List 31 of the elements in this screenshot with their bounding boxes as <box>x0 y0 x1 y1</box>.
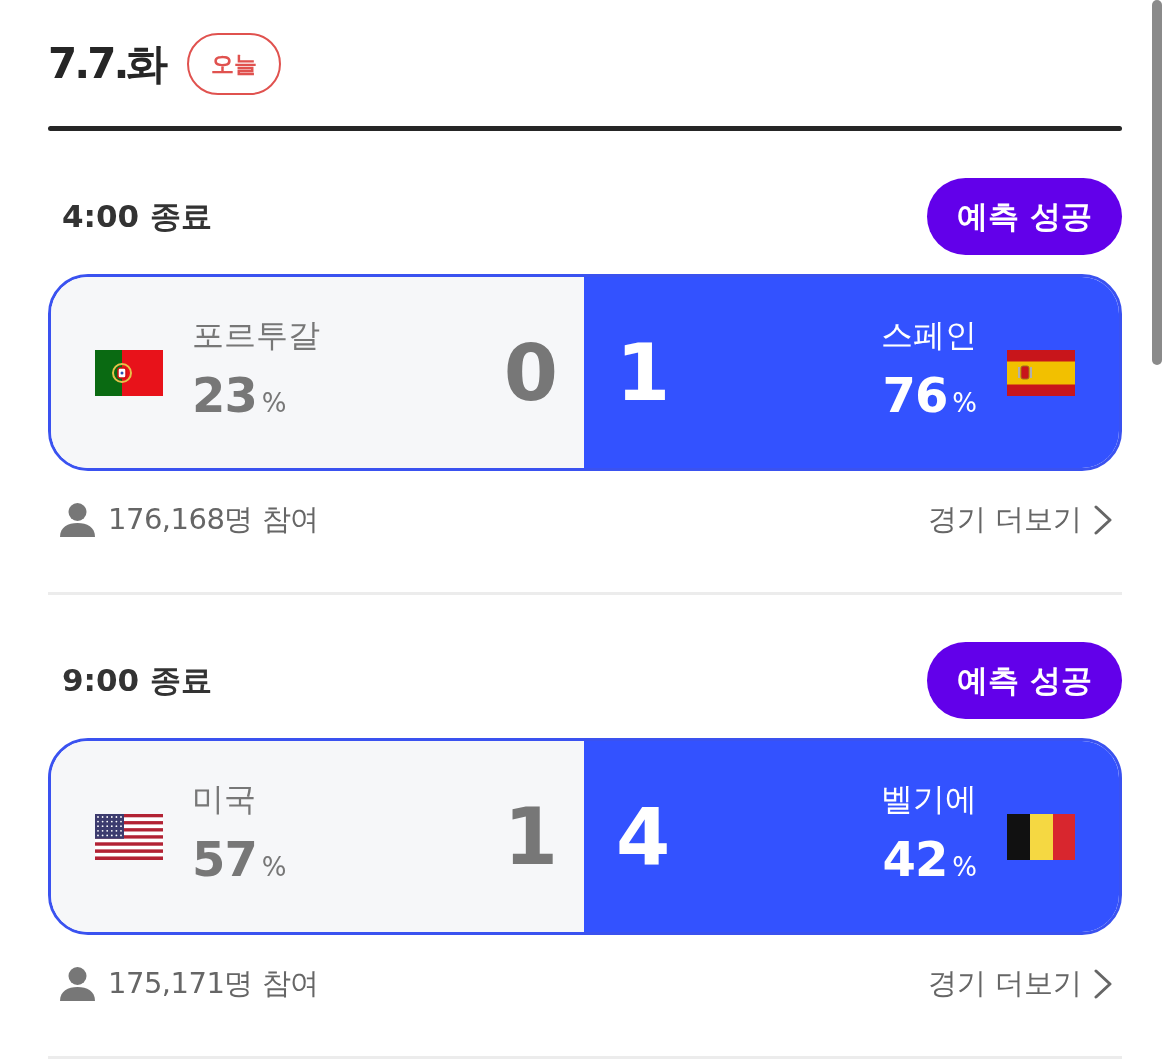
spain-flag-icon <box>1007 349 1075 396</box>
vote-percent: 23% <box>192 366 287 425</box>
team-score: 1 <box>503 797 558 876</box>
usa-flag-icon <box>95 813 163 860</box>
portugal-flag-icon <box>95 349 163 396</box>
participant-count: 176,168명 참여 <box>108 501 319 538</box>
belgium-flag-icon <box>1007 813 1075 860</box>
team-name: 미국 <box>192 778 256 819</box>
vote-percent: 76% <box>882 366 977 425</box>
chevron-right-icon <box>1094 505 1112 535</box>
date-title: 7.7.화 <box>48 43 166 85</box>
team-name: 스페인 <box>881 314 977 355</box>
team-score: 4 <box>616 797 671 876</box>
chevron-right-icon <box>1094 969 1112 999</box>
vote-percent: 42% <box>882 830 977 889</box>
participant-count: 175,171명 참여 <box>108 965 319 1002</box>
person-icon <box>60 503 95 537</box>
team-name: 포르투갈 <box>192 314 320 355</box>
team-name: 벨기에 <box>881 778 977 819</box>
result-badge: 예측 성공 <box>927 178 1122 255</box>
team-score: 1 <box>616 333 671 412</box>
vote-percent: 57% <box>192 830 287 889</box>
match-time-status: 4:00 종료 <box>62 196 212 236</box>
more-link[interactable]: 경기 더보기 <box>927 500 1112 540</box>
person-icon <box>60 967 95 1001</box>
team-score: 0 <box>503 333 558 412</box>
match-time-status: 9:00 종료 <box>62 660 212 700</box>
today-badge: 오늘 <box>187 33 282 95</box>
result-badge: 예측 성공 <box>927 642 1122 719</box>
more-link[interactable]: 경기 더보기 <box>927 964 1112 1004</box>
scrollbar-thumb[interactable] <box>1152 0 1162 365</box>
